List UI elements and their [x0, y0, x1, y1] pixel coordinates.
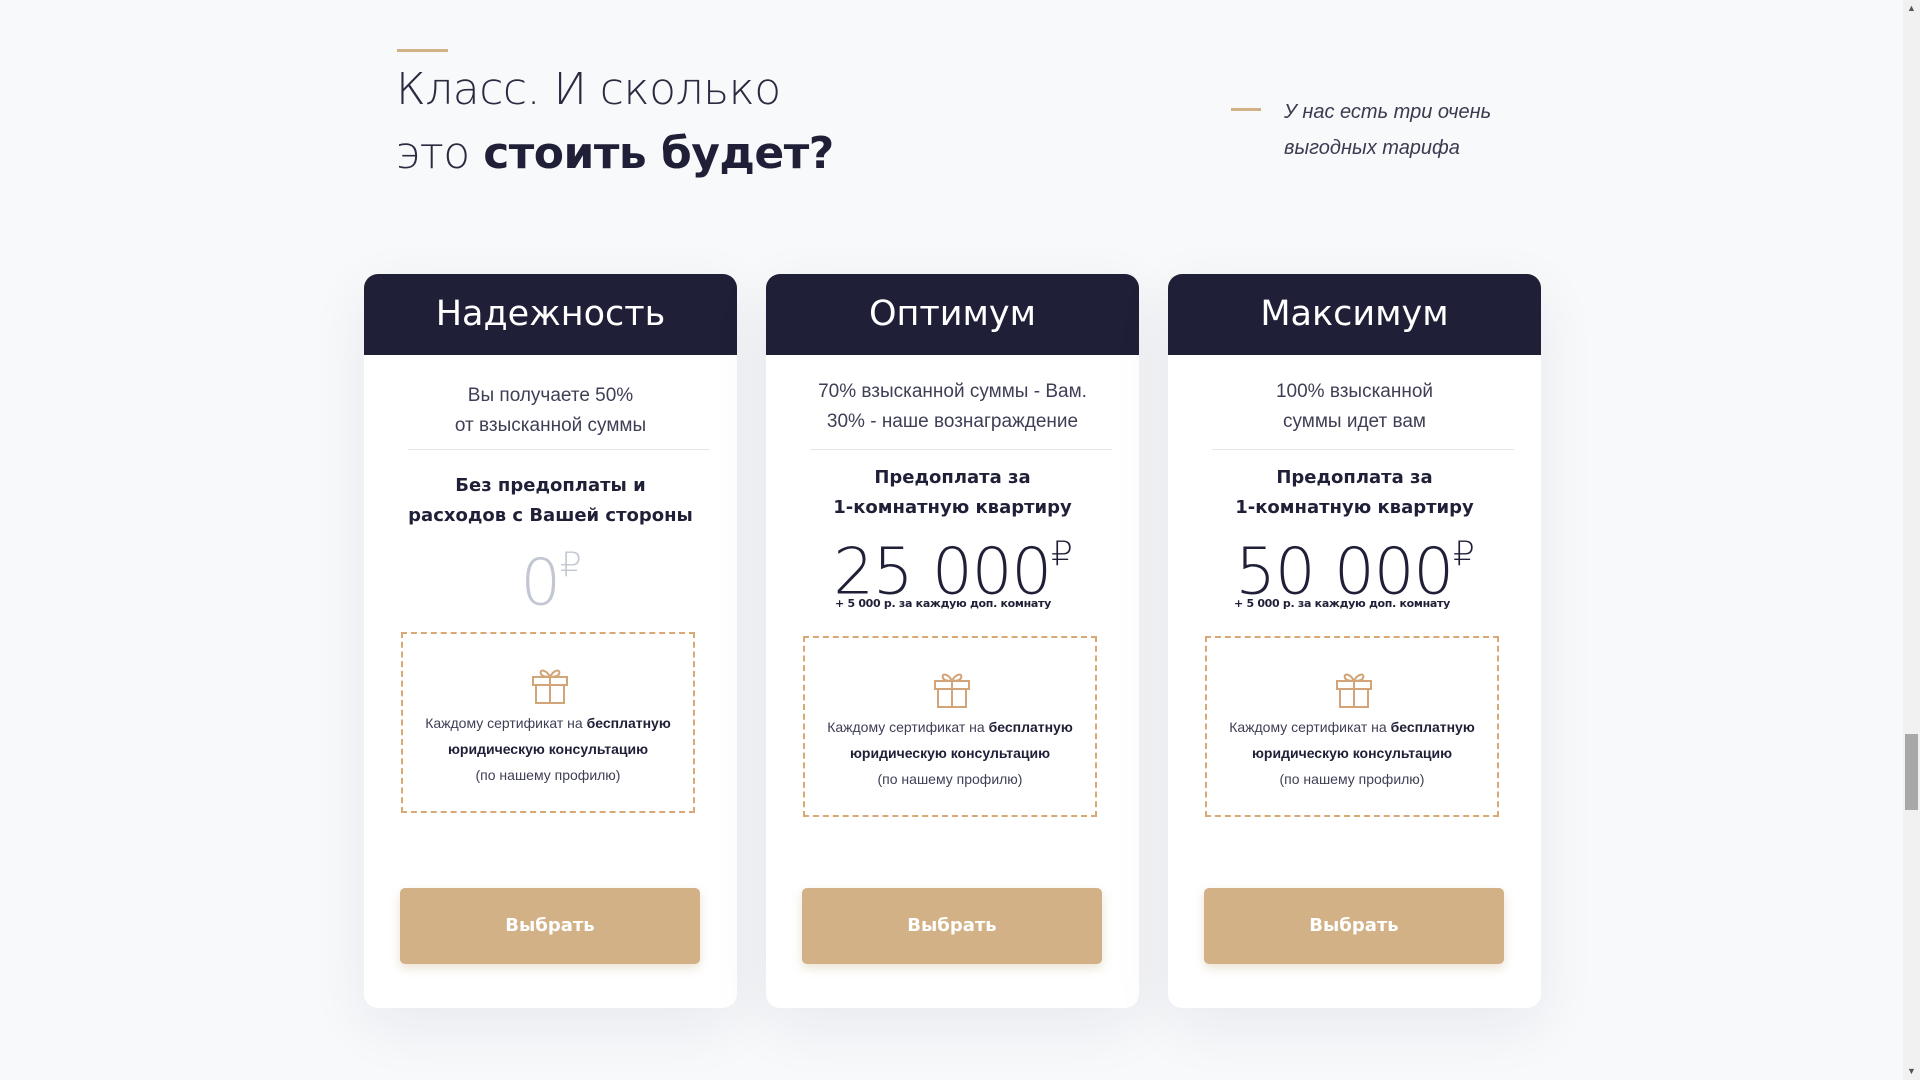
card-terms: Без предоплаты и расходов с Вашей сторон…	[364, 471, 737, 531]
card-divider	[1212, 449, 1514, 450]
card-description-line-2: от взысканной суммы	[454, 415, 647, 436]
gift-icon	[934, 673, 970, 708]
card-title: Максимум	[1168, 274, 1541, 355]
gift-text: Каждому сертификат на бесплатную юридиче…	[1207, 714, 1497, 792]
gift-text-bold-1: бесплатную	[988, 719, 1073, 735]
extra-room-fee: + 5 000 р. за каждую доп. комнату	[835, 597, 1051, 610]
page-scrollbar[interactable]: ▲ ▼	[1903, 0, 1920, 1080]
card-description: 100% взысканной суммы идет вам	[1168, 377, 1541, 437]
currency-sign: ₽	[1453, 534, 1475, 574]
scrollbar-thumb[interactable]	[1905, 734, 1918, 810]
heading-line-2-light: это	[396, 128, 484, 179]
card-terms-line-1: Предоплата за	[1276, 467, 1433, 488]
card-description-line-1: 70% взысканной суммы - Вам.	[818, 381, 1087, 402]
scroll-up-icon[interactable]: ▲	[1903, 0, 1920, 17]
card-description-line-1: Вы получаете 50%	[467, 385, 634, 406]
card-divider	[408, 449, 710, 450]
gift-certificate-box: Каждому сертификат на бесплатную юридиче…	[803, 636, 1097, 817]
gift-text-bold-1: бесплатную	[1390, 719, 1475, 735]
card-price: 50 000₽	[1168, 525, 1541, 607]
subtitle-line-1: У нас есть три очень	[1284, 101, 1492, 123]
select-button[interactable]: Выбрать	[802, 888, 1102, 964]
gift-text-bold-2: юридическую консультацию	[1251, 745, 1453, 761]
card-description-line-2: суммы идет вам	[1283, 411, 1426, 432]
card-title: Оптимум	[766, 274, 1139, 355]
card-description-line-2: 30% - наше вознаграждение	[826, 411, 1079, 432]
gift-text-plain: Каждому сертификат на	[827, 719, 989, 735]
gift-text-plain: Каждому сертификат на	[425, 715, 587, 731]
gift-icon	[1336, 673, 1372, 708]
gift-text-bold-1: бесплатную	[586, 715, 671, 731]
card-terms-line-2: 1-комнатную квартиру	[1235, 497, 1474, 518]
pricing-card-reliability: Надежность Вы получаете 50% от взысканно…	[364, 274, 737, 1008]
pricing-card-optimum: Оптимум 70% взысканной суммы - Вам. 30% …	[766, 274, 1139, 1008]
card-price-value: 0	[520, 546, 561, 621]
gift-text: Каждому сертификат на бесплатную юридиче…	[805, 714, 1095, 792]
gift-text: Каждому сертификат на бесплатную юридиче…	[403, 710, 693, 788]
currency-sign: ₽	[1051, 534, 1073, 574]
pricing-card-maximum: Максимум 100% взысканной суммы идет вам …	[1168, 274, 1541, 1008]
currency-sign: ₽	[560, 545, 582, 585]
gift-text-plain: Каждому сертификат на	[1229, 719, 1391, 735]
section-heading: Класс. И сколько это стоить будет?	[396, 58, 834, 186]
card-terms-line-2: расходов с Вашей стороны	[408, 505, 693, 526]
gift-icon	[532, 669, 568, 704]
card-description-line-1: 100% взысканной	[1275, 381, 1434, 402]
extra-room-fee: + 5 000 р. за каждую доп. комнату	[1234, 597, 1450, 610]
card-title: Надежность	[364, 274, 737, 355]
heading-line-2-bold: стоить будет?	[483, 128, 834, 179]
card-terms: Предоплата за 1-комнатную квартиру	[766, 463, 1139, 523]
subtitle-dash	[1231, 108, 1261, 111]
gift-text-bold-2: юридическую консультацию	[447, 741, 649, 757]
gift-text-note: (по нашему профилю)	[1279, 771, 1425, 787]
card-price: 25 000₽	[766, 525, 1139, 607]
card-terms-line-1: Без предоплаты и	[455, 475, 646, 496]
card-price: 0₽	[364, 536, 737, 618]
scroll-down-icon[interactable]: ▼	[1903, 1063, 1920, 1080]
subtitle-line-2: выгодных тарифа	[1284, 137, 1460, 159]
gift-certificate-box: Каждому сертификат на бесплатную юридиче…	[1205, 636, 1499, 817]
gift-text-note: (по нашему профилю)	[475, 767, 621, 783]
select-button[interactable]: Выбрать	[1204, 888, 1504, 964]
card-terms-line-1: Предоплата за	[874, 467, 1031, 488]
gift-certificate-box: Каждому сертификат на бесплатную юридиче…	[401, 632, 695, 813]
card-terms: Предоплата за 1-комнатную квартиру	[1168, 463, 1541, 523]
gift-text-bold-2: юридическую консультацию	[849, 745, 1051, 761]
card-terms-line-2: 1-комнатную квартиру	[833, 497, 1072, 518]
card-description: Вы получаете 50% от взысканной суммы	[364, 381, 737, 441]
heading-line-1: Класс. И сколько	[396, 64, 781, 115]
card-description: 70% взысканной суммы - Вам. 30% - наше в…	[766, 377, 1139, 437]
select-button[interactable]: Выбрать	[400, 888, 700, 964]
card-divider	[810, 449, 1112, 450]
section-subtitle: У нас есть три очень выгодных тарифа	[1284, 94, 1524, 166]
gift-text-note: (по нашему профилю)	[877, 771, 1023, 787]
heading-accent-line	[397, 49, 448, 52]
